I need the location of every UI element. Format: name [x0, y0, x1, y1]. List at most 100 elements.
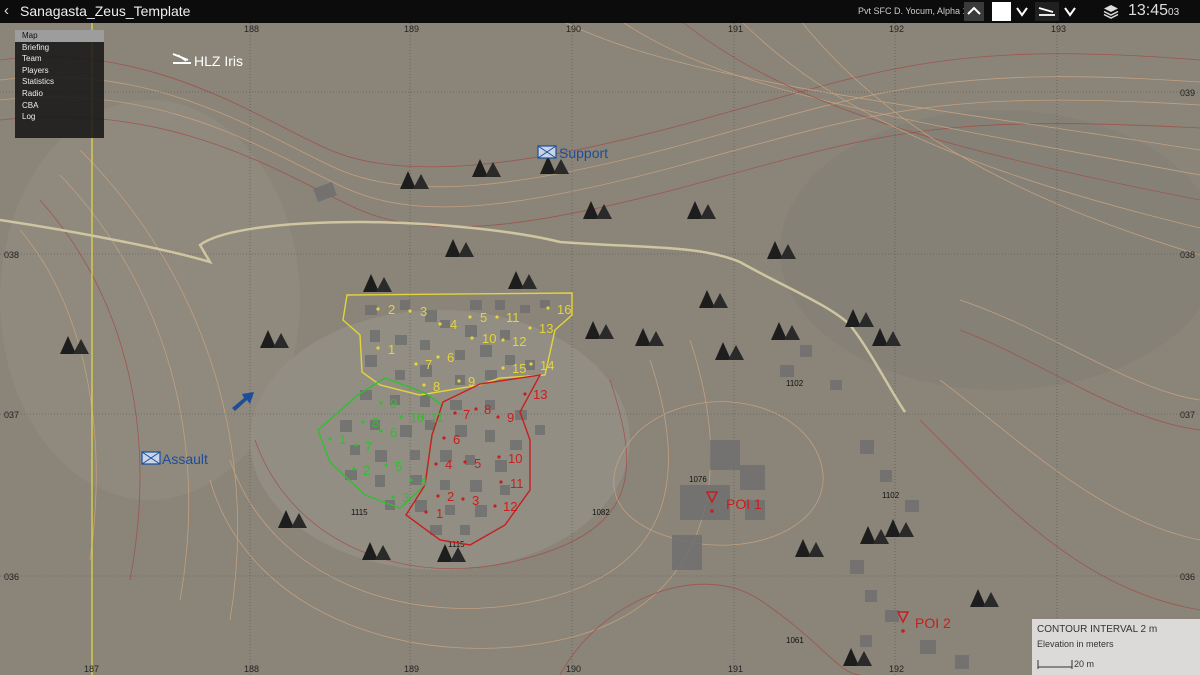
yellow-marker-dot [501, 366, 505, 370]
yellow-marker-dot [528, 326, 532, 330]
chevron-up-icon[interactable] [964, 2, 984, 21]
red-marker-label: 9 [507, 410, 514, 425]
menu-item-statistics[interactable]: Statistics [15, 76, 104, 88]
yellow-marker-dot [414, 362, 418, 366]
red-marker-label: 7 [463, 407, 470, 422]
back-button[interactable]: ‹ [4, 2, 9, 19]
yellow-marker-dot [501, 338, 505, 342]
green-marker-dot [391, 495, 395, 499]
clock: 13:4503 [1128, 2, 1179, 20]
red-marker-label: 3 [472, 493, 479, 508]
chevron-down-icon[interactable] [1062, 2, 1078, 21]
yellow-marker-label: 11 [506, 310, 520, 325]
green-marker-label: 11 [430, 410, 444, 425]
menu-item-players[interactable]: Players [15, 65, 104, 77]
yellow-marker-label: 15 [512, 361, 526, 376]
grid-label-bottom: 187 [84, 664, 99, 674]
yellow-marker-dot [438, 322, 442, 326]
yellow-marker-label: 5 [480, 310, 487, 325]
red-marker-label: 13 [533, 387, 547, 402]
yellow-marker-dot [457, 379, 461, 383]
elevation-label: 1061 [786, 636, 804, 645]
green-marker-dot [354, 443, 358, 447]
menu-item-cba[interactable]: CBA [15, 100, 104, 112]
red-marker-label: 11 [510, 476, 524, 491]
yellow-marker-label: 14 [540, 358, 554, 373]
yellow-marker-dot [529, 362, 533, 366]
green-marker-dot [409, 478, 413, 482]
green-marker-dot [379, 401, 383, 405]
map-canvas[interactable]: 188 189 190 191 192 193 187 188 189 190 … [0, 0, 1200, 675]
yellow-marker-label: 7 [425, 357, 432, 372]
menu-item-log[interactable]: Log [15, 111, 104, 123]
grid-label-right: 039 [1180, 88, 1195, 98]
map-menu-panel: Map Briefing Team Players Statistics Rad… [15, 30, 104, 138]
red-marker-dot [493, 504, 497, 508]
red-marker-dot [499, 480, 503, 484]
contour-interval-label: CONTOUR INTERVAL 2 m [1037, 624, 1158, 635]
green-marker-dot [379, 429, 383, 433]
green-marker-dot [399, 415, 403, 419]
green-marker-label: 2 [363, 463, 370, 478]
green-marker-dot [361, 420, 365, 424]
green-marker-label: 5 [395, 459, 402, 474]
marker-type-icon[interactable] [1035, 2, 1059, 21]
red-marker-dot [461, 497, 465, 501]
scale-bar [1037, 660, 1073, 669]
red-marker-dot [434, 462, 438, 466]
assault-label: Assault [162, 451, 208, 467]
grid-label-left: 037 [4, 410, 19, 420]
grid-label-bottom: 191 [728, 664, 743, 674]
elevation-label: 1102 [786, 379, 804, 388]
mission-title: Sanagasta_Zeus_Template [20, 3, 191, 19]
green-marker-label: 8 [372, 415, 379, 430]
grid-label-right: 037 [1180, 410, 1195, 420]
red-marker-dot [442, 436, 446, 440]
yellow-marker-dot [436, 355, 440, 359]
layers-icon[interactable] [1102, 2, 1120, 21]
chevron-down-icon[interactable] [1014, 2, 1030, 21]
hlz-label: HLZ Iris [194, 53, 243, 69]
yellow-marker-label: 4 [450, 317, 457, 332]
clock-seconds: 03 [1168, 7, 1180, 18]
red-marker-label: 6 [453, 432, 460, 447]
red-marker-label: 12 [503, 499, 517, 514]
green-marker-label: 7 [365, 439, 372, 454]
green-marker-label: 9 [390, 396, 397, 411]
grid-label-left: 036 [4, 572, 19, 582]
terrain-dark-patch [780, 110, 1200, 390]
green-marker-dot [352, 467, 356, 471]
red-marker-label: 5 [474, 456, 481, 471]
top-bar: ‹ Sanagasta_Zeus_Template Pvt SFC D. Yoc… [0, 0, 1200, 23]
grid-label-top: 193 [1051, 24, 1066, 34]
red-marker-label: 10 [508, 451, 522, 466]
yellow-marker-dot [468, 315, 472, 319]
elevation-label: 1076 [689, 475, 707, 484]
yellow-marker-dot [495, 315, 499, 319]
yellow-marker-label: 6 [447, 350, 454, 365]
green-marker-label: 6 [390, 425, 397, 440]
clock-time: 13:45 [1128, 2, 1169, 19]
menu-item-radio[interactable]: Radio [15, 88, 104, 100]
green-marker-dot [420, 415, 424, 419]
yellow-marker-label: 13 [539, 321, 553, 336]
red-marker-dot [453, 411, 457, 415]
red-marker-dot [474, 407, 478, 411]
color-swatch[interactable] [992, 2, 1011, 21]
red-marker-dot [424, 510, 428, 514]
yellow-marker-label: 8 [433, 379, 440, 394]
red-marker-dot [497, 455, 501, 459]
red-marker-label: 8 [484, 402, 491, 417]
yellow-marker-dot [376, 346, 380, 350]
yellow-marker-dot [546, 306, 550, 310]
menu-item-team[interactable]: Team [15, 53, 104, 65]
grid-label-left: 038 [4, 250, 19, 260]
grid-label-bottom: 188 [244, 664, 259, 674]
support-label: Support [559, 145, 608, 161]
menu-item-briefing[interactable]: Briefing [15, 42, 104, 54]
menu-item-map[interactable]: Map [15, 30, 104, 42]
grid-label-top: 190 [566, 24, 581, 34]
green-marker-label: 1 [339, 432, 346, 447]
grid-label-bottom: 190 [566, 664, 581, 674]
grid-label-top: 192 [889, 24, 904, 34]
